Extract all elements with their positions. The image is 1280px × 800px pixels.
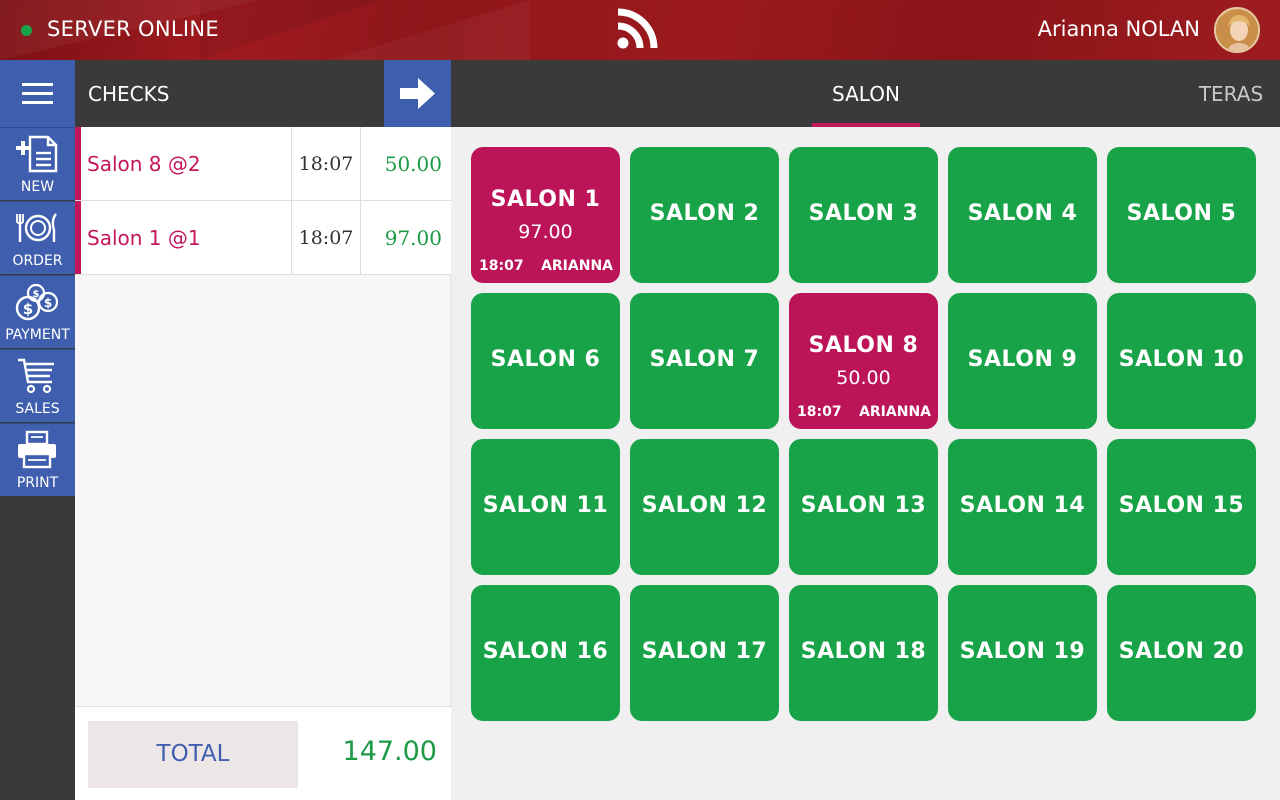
avatar[interactable] [1214,7,1260,53]
check-time: 18:07 [291,127,361,200]
table-tile[interactable]: SALON 14 [948,439,1097,575]
total-amount: 147.00 [342,736,437,767]
tab-teras[interactable]: TERAS [1191,60,1271,127]
table-name: SALON 18 [800,639,927,664]
table-name: SALON 15 [1118,493,1245,518]
table-name: SALON 2 [649,201,760,226]
menu-icon [22,83,53,86]
left-sidebar: NEW ORDER $ $ $ PAYMENT SALES PRINT [0,60,75,800]
table-name: SALON 16 [482,639,609,664]
svg-text:$: $ [33,289,40,300]
tab-salon[interactable]: SALON [812,60,920,127]
sidebar-item-label: SALES [15,401,60,417]
avatar-image [1216,9,1258,51]
printer-icon [18,430,56,469]
table-tile[interactable]: SALON 10 [1107,293,1256,429]
sidebar-item-new[interactable]: NEW [0,127,75,200]
table-name: SALON 8 [808,333,919,358]
table-tile[interactable]: SALON 17 [630,585,779,721]
table-tile[interactable]: SALON 1 97.00 18:07 ARIANNA [471,147,620,283]
table-name: SALON 11 [482,493,609,518]
cart-icon [18,358,54,394]
table-tile[interactable]: SALON 5 [1107,147,1256,283]
hamburger-menu-button[interactable] [0,60,75,127]
table-tile[interactable]: SALON 12 [630,439,779,575]
area-tabs: SALON TERAS [451,60,1280,127]
table-waiter: ARIANNA [541,258,613,274]
svg-text:$: $ [23,300,33,318]
svg-text:$: $ [44,296,52,310]
table-name: SALON 4 [967,201,1078,226]
table-name: SALON 12 [641,493,768,518]
table-amount: 97.00 [518,221,573,243]
checks-title: CHECKS [88,82,170,106]
checks-list: Salon 8 @2 18:07 50.00 Salon 1 @1 18:07 … [75,127,451,706]
check-row[interactable]: Salon 8 @2 18:07 50.00 [75,127,451,201]
table-name: SALON 13 [800,493,927,518]
check-amount: 97.00 [384,226,442,250]
table-tile[interactable]: SALON 7 [630,293,779,429]
server-status-dot [21,25,32,36]
table-name: SALON 7 [649,347,760,372]
table-name: SALON 19 [959,639,1086,664]
table-tile[interactable]: SALON 3 [789,147,938,283]
sidebar-item-label: NEW [20,179,55,195]
sidebar-item-label: ORDER [12,253,63,269]
menu-icon [22,101,53,104]
check-row-accent [75,201,81,274]
table-name: SALON 14 [959,493,1086,518]
server-status-text: SERVER ONLINE [47,17,219,41]
sidebar-item-print[interactable]: PRINT [0,423,75,496]
table-time: 18:07 [797,404,842,420]
table-tile[interactable]: SALON 11 [471,439,620,575]
table-name: SALON 20 [1118,639,1245,664]
total-bar: TOTAL 147.00 [75,706,451,800]
table-tile[interactable]: SALON 18 [789,585,938,721]
table-tile[interactable]: SALON 20 [1107,585,1256,721]
total-button[interactable]: TOTAL [88,721,298,788]
check-name: Salon 1 @1 [87,226,201,250]
coins-icon: $ $ $ [15,283,59,321]
top-header: SERVER ONLINE Arianna NOLAN [0,0,1280,60]
table-tile[interactable]: SALON 9 [948,293,1097,429]
table-name: SALON 1 [490,187,601,212]
new-check-icon [16,135,58,173]
table-tile[interactable]: SALON 16 [471,585,620,721]
user-name[interactable]: Arianna NOLAN [1038,17,1200,41]
check-name: Salon 8 @2 [87,152,201,176]
table-name: SALON 10 [1118,347,1245,372]
sidebar-item-sales[interactable]: SALES [0,349,75,422]
table-time: 18:07 [479,258,524,274]
table-tile[interactable]: SALON 2 [630,147,779,283]
table-tile[interactable]: SALON 13 [789,439,938,575]
table-name: SALON 9 [967,347,1078,372]
table-amount: 50.00 [836,367,891,389]
rss-feed-icon [617,8,658,49]
sidebar-item-label: PRINT [16,475,59,491]
table-tile[interactable]: SALON 19 [948,585,1097,721]
table-name: SALON 3 [808,201,919,226]
table-waiter: ARIANNA [859,404,931,420]
sidebar-item-order[interactable]: ORDER [0,201,75,274]
table-name: SALON 5 [1126,201,1237,226]
table-tile[interactable]: SALON 4 [948,147,1097,283]
table-name: SALON 17 [641,639,768,664]
check-row[interactable]: Salon 1 @1 18:07 97.00 [75,201,451,275]
arrow-right-icon [400,78,435,109]
table-name: SALON 6 [490,347,601,372]
sidebar-item-payment[interactable]: $ $ $ PAYMENT [0,275,75,348]
sidebar-item-label: PAYMENT [5,327,70,343]
checks-header: CHECKS [75,60,384,127]
check-row-accent [75,127,81,200]
check-amount: 50.00 [384,152,442,176]
menu-icon [22,92,53,95]
transfer-arrow-button[interactable] [384,60,451,127]
check-time: 18:07 [291,201,361,274]
plate-cutlery-icon [16,213,57,242]
header-decoration [330,0,530,60]
table-grid: SALON 1 97.00 18:07 ARIANNA SALON 2 SALON 3 SA… [451,127,1280,800]
table-tile[interactable]: SALON 15 [1107,439,1256,575]
table-tile[interactable]: SALON 8 50.00 18:07 ARIANNA [789,293,938,429]
table-tile[interactable]: SALON 6 [471,293,620,429]
